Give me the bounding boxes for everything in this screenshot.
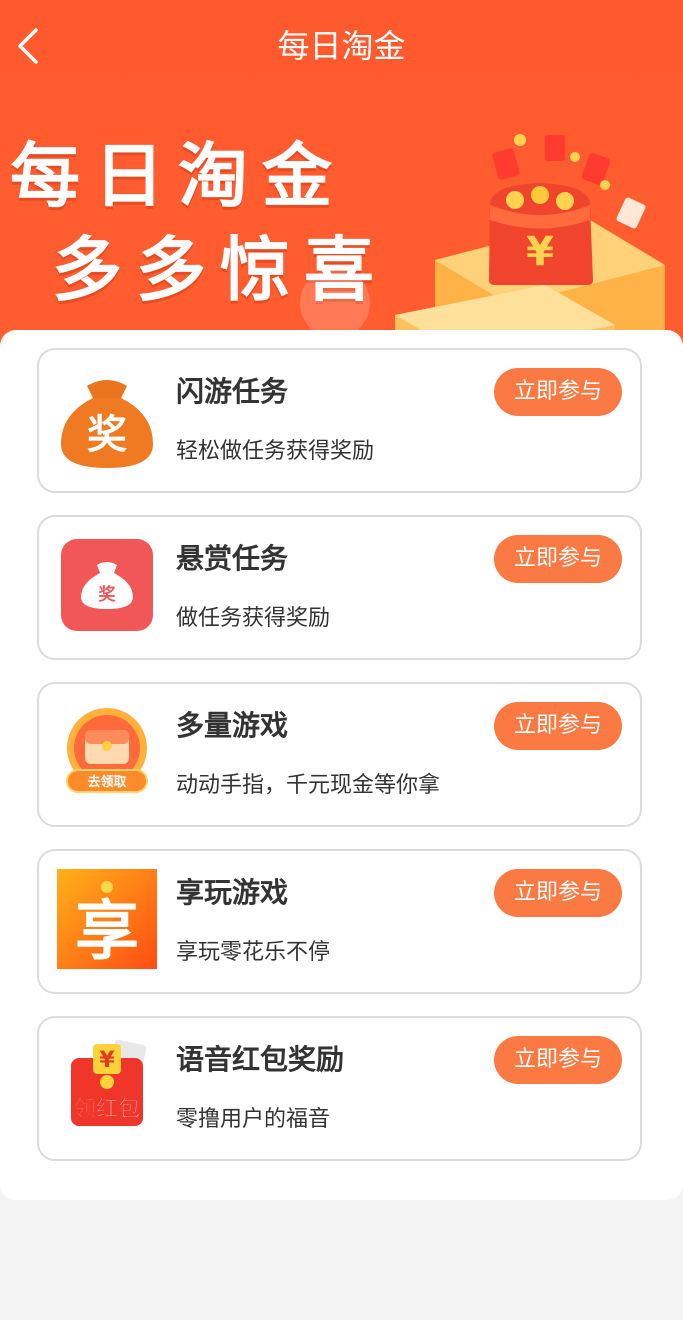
svg-text:¥: ¥ [99, 1048, 115, 1073]
svg-text:享: 享 [75, 895, 139, 969]
task-title: 悬赏任务 [176, 542, 289, 575]
task-card: 奖 闪游任务 轻松做任务获得奖励 立即参与 [37, 348, 642, 493]
gift-bag-illustration: ¥ [395, 134, 665, 360]
svg-text:奖: 奖 [87, 412, 127, 458]
xiang-icon: 享 [57, 869, 157, 969]
task-description: 享玩零花乐不停 [176, 940, 331, 965]
red-envelope-icon: ¥ 领红包 [71, 1039, 147, 1126]
task-card: ¥ 领红包 语音红包奖励 零撸用户的福音 立即参与 [37, 1016, 642, 1161]
task-description: 轻松做任务获得奖励 [176, 439, 375, 464]
hero-banner: 每日淘金 每日淘金 多多惊喜 ¥ [0, 0, 683, 360]
svg-text:领红包: 领红包 [74, 1096, 140, 1122]
task-card: 奖 悬赏任务 做任务获得奖励 立即参与 [37, 515, 642, 660]
money-bag-icon: 奖 [61, 380, 153, 468]
join-button[interactable]: 立即参与 [494, 535, 622, 583]
task-description: 做任务获得奖励 [176, 606, 331, 631]
task-card: 去领取 多量游戏 动动手指，千元现金等你拿 立即参与 [37, 682, 642, 827]
join-button[interactable]: 立即参与 [494, 368, 622, 416]
yuan-symbol: ¥ [526, 229, 554, 275]
svg-text:去领取: 去领取 [87, 774, 127, 790]
task-title: 多量游戏 [176, 709, 289, 742]
join-button[interactable]: 立即参与 [494, 702, 622, 750]
banner-slogan-line1: 每日淘金 [10, 135, 346, 217]
join-button[interactable]: 立即参与 [494, 869, 622, 917]
task-title: 享玩游戏 [176, 876, 289, 909]
svg-text:奖: 奖 [99, 584, 117, 605]
page-title: 每日淘金 [277, 27, 406, 65]
treasure-chest-icon: 去领取 [66, 708, 148, 793]
task-title: 闪游任务 [176, 375, 289, 408]
task-description: 动动手指，千元现金等你拿 [176, 773, 441, 798]
task-list: 奖 闪游任务 轻松做任务获得奖励 立即参与 奖 悬赏任务 做任务获得奖励 立即参… [0, 330, 683, 1200]
join-button[interactable]: 立即参与 [494, 1036, 622, 1084]
reward-bag-icon: 奖 [61, 539, 153, 631]
task-description: 零撸用户的福音 [176, 1107, 331, 1132]
decorative-circle [300, 268, 370, 338]
task-title: 语音红包奖励 [176, 1043, 345, 1076]
task-card: 享 享玩游戏 享玩零花乐不停 立即参与 [37, 849, 642, 994]
